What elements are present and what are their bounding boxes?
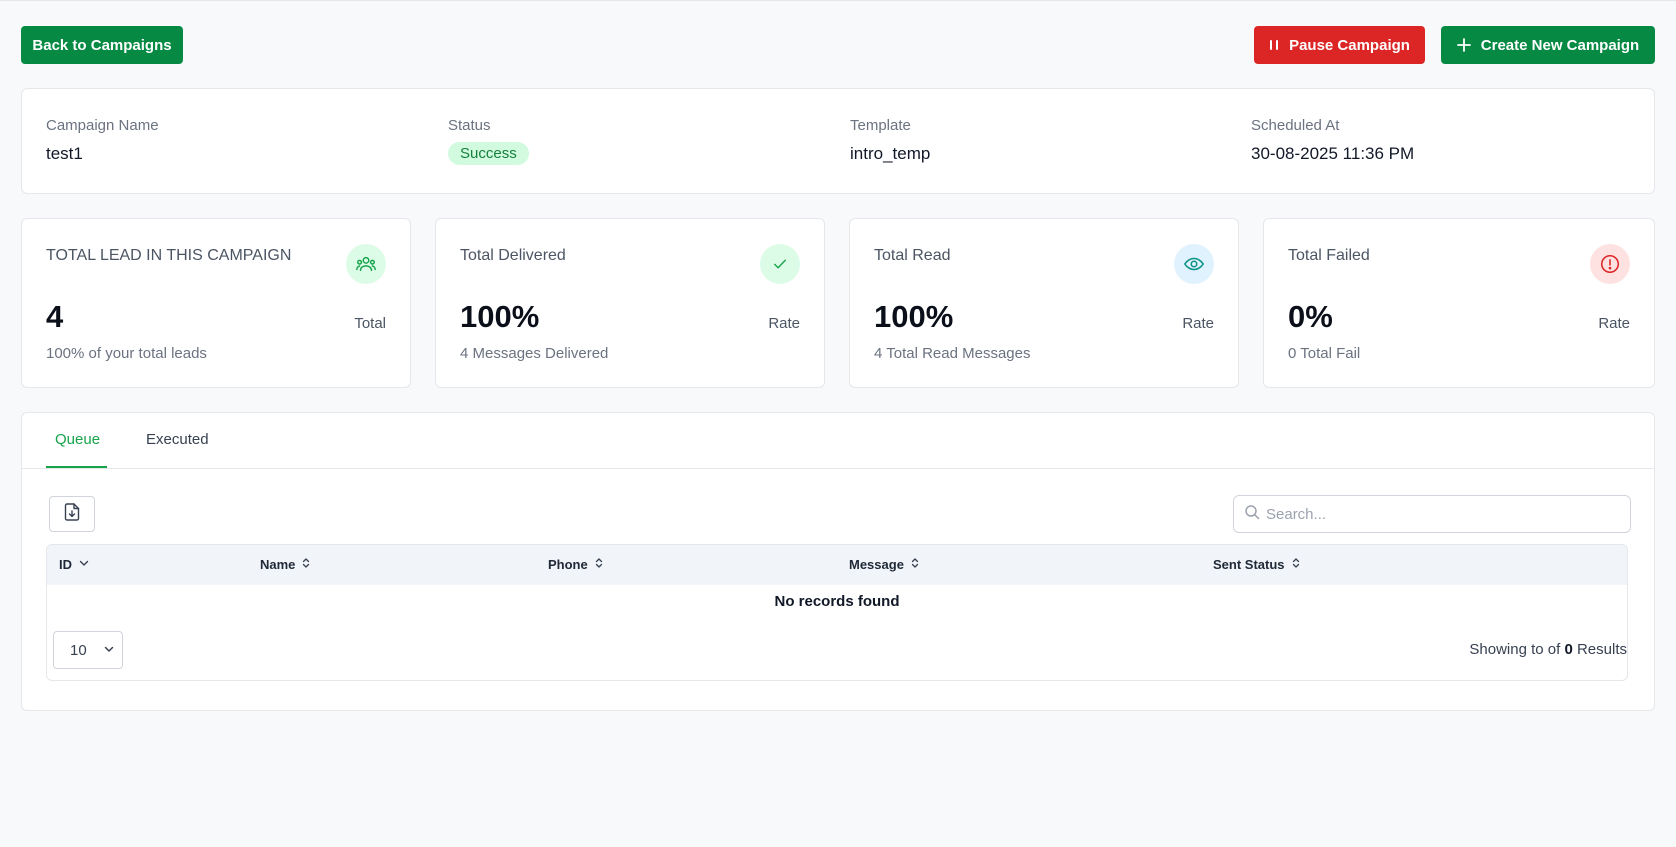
alert-circle-icon (1590, 244, 1630, 284)
chevron-down-icon (103, 642, 115, 659)
table-header: ID Name Phone Message Sent Status (47, 545, 1627, 585)
pause-icon (1269, 39, 1279, 51)
campaign-info-card: Campaign Name test1 Status Success Templ… (21, 88, 1655, 194)
template-field: Template intro_temp (850, 117, 930, 164)
stat-title: Total Read (874, 247, 951, 264)
plus-icon (1456, 38, 1471, 52)
column-header-name[interactable]: Name (260, 557, 311, 572)
stat-value: 4 (46, 299, 64, 334)
campaign-name-value: test1 (46, 144, 83, 163)
template-value: intro_temp (850, 144, 931, 163)
active-tab-indicator (46, 466, 107, 468)
stat-title: Total Delivered (460, 247, 566, 264)
records-card: Queue Executed ID Name (21, 412, 1655, 711)
top-divider (0, 0, 1676, 2)
search-field (1233, 495, 1631, 533)
stat-value: 100% (460, 299, 540, 334)
tab-bar: Queue Executed (22, 413, 1654, 469)
check-icon (760, 244, 800, 284)
scheduled-at-value: 30-08-2025 11:36 PM (1251, 144, 1415, 163)
stat-card-total-leads: TOTAL LEAD IN THIS CAMPAIGN 4 Total 100%… (21, 218, 411, 388)
back-to-campaigns-button[interactable]: Back to Campaigns (21, 26, 183, 64)
column-header-message[interactable]: Message (849, 557, 920, 572)
scheduled-at-field: Scheduled At 30-08-2025 11:36 PM (1251, 117, 1414, 164)
stat-subtext: 100% of your total leads (46, 345, 207, 362)
records-table: ID Name Phone Message Sent Status No rec… (46, 544, 1628, 681)
export-button[interactable] (49, 496, 95, 532)
stat-value: 0% (1288, 299, 1333, 334)
stat-unit: Rate (1598, 315, 1630, 332)
tab-executed[interactable]: Executed (146, 431, 209, 448)
stat-value: 100% (874, 299, 954, 334)
sort-icon (1291, 557, 1301, 572)
status-field: Status Success (448, 117, 529, 165)
scheduled-at-label: Scheduled At (1251, 117, 1340, 134)
results-summary: Showing to of 0 Results (1469, 641, 1627, 658)
stat-subtext: 0 Total Fail (1288, 345, 1361, 362)
tab-queue[interactable]: Queue (55, 431, 100, 448)
page-size-select[interactable]: 10 (53, 631, 123, 669)
stat-card-read: Total Read 100% Rate 4 Total Read Messag… (849, 218, 1239, 388)
column-header-sent-status[interactable]: Sent Status (1213, 557, 1301, 572)
stat-title: TOTAL LEAD IN THIS CAMPAIGN (46, 247, 292, 264)
file-download-icon (64, 502, 80, 526)
column-header-phone[interactable]: Phone (548, 557, 604, 572)
campaign-name-field: Campaign Name test1 (46, 117, 159, 164)
column-header-id[interactable]: ID (59, 557, 90, 572)
toolbar: Back to Campaigns Pause Campaign Create … (21, 26, 1655, 64)
stat-unit: Rate (1182, 315, 1214, 332)
status-badge: Success (448, 142, 529, 165)
stat-subtext: 4 Total Read Messages (874, 345, 1031, 362)
stat-card-delivered: Total Delivered 100% Rate 4 Messages Del… (435, 218, 825, 388)
users-icon (346, 244, 386, 284)
eye-icon (1174, 244, 1214, 284)
status-label: Status (448, 117, 491, 134)
stat-card-failed: Total Failed 0% Rate 0 Total Fail (1263, 218, 1655, 388)
stat-subtext: 4 Messages Delivered (460, 345, 609, 362)
sort-icon (910, 557, 920, 572)
chevron-down-icon (78, 557, 90, 572)
search-icon (1244, 504, 1260, 525)
template-label: Template (850, 117, 911, 134)
campaign-name-label: Campaign Name (46, 117, 159, 134)
create-new-campaign-button[interactable]: Create New Campaign (1441, 26, 1655, 64)
sort-icon (594, 557, 604, 572)
stat-unit: Total (354, 315, 386, 332)
stat-title: Total Failed (1288, 247, 1370, 264)
sort-icon (301, 557, 311, 572)
empty-state-message: No records found (774, 593, 900, 610)
pause-campaign-button[interactable]: Pause Campaign (1254, 26, 1425, 64)
search-input[interactable] (1266, 505, 1616, 523)
stat-unit: Rate (768, 315, 800, 332)
